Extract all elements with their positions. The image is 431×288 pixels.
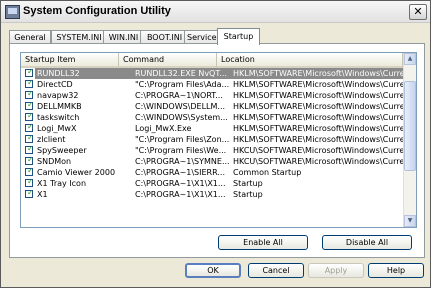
- enable-checkbox[interactable]: ✓: [25, 166, 34, 176]
- startup-item-name: navapw32: [37, 91, 79, 100]
- enable-checkbox[interactable]: ✓: [25, 177, 34, 187]
- startup-item-command: "C:\Program Files\We...: [135, 146, 227, 155]
- startup-item-name: X1 Tray Icon: [37, 179, 87, 188]
- startup-item-name: Camio Viewer 2000: [37, 168, 116, 177]
- startup-item-name: DirectCD: [37, 80, 73, 89]
- startup-item-name: Logi_MwX: [37, 124, 77, 133]
- enable-checkbox[interactable]: ✓: [25, 155, 34, 165]
- list-item[interactable]: ✓ Logi_MwX Logi_MwX.Exe HKLM\SOFTWARE\Mi…: [21, 122, 403, 134]
- list-item[interactable]: ✓ SpySweeper "C:\Program Files\We... HKC…: [21, 144, 403, 156]
- enable-checkbox[interactable]: ✓: [25, 100, 34, 110]
- startup-items-list[interactable]: Startup Item Command Location ✓ RUNDLL32…: [20, 52, 417, 228]
- startup-item-name: SpySweeper: [37, 146, 87, 155]
- vertical-scrollbar[interactable]: ▲ ▼: [403, 53, 416, 227]
- check-icon: ✓: [27, 111, 34, 120]
- tab-general[interactable]: General: [9, 30, 51, 44]
- startup-item-command: RUNDLL32.EXE NvQT...: [133, 68, 231, 79]
- startup-item-name: taskswitch: [37, 113, 80, 122]
- startup-item-location: Common Startup: [233, 168, 302, 177]
- check-icon: ✓: [27, 133, 34, 142]
- startup-item-location: Startup: [233, 190, 263, 199]
- startup-item-location: HKLM\SOFTWARE\Microsoft\Windows\CurrentV…: [233, 113, 403, 122]
- disable-all-button[interactable]: Disable All: [322, 235, 412, 250]
- startup-item-location: Startup: [233, 179, 263, 188]
- check-icon: ✓: [27, 100, 34, 109]
- list-item[interactable]: ✓ DELLMMKB C:\WINDOWS\DELLM... HKLM\SOFT…: [21, 100, 403, 112]
- dialog-window: System Configuration Utility ✕ General S…: [0, 0, 431, 288]
- startup-item-name: RUNDLL32: [35, 68, 133, 79]
- ok-button[interactable]: OK: [185, 263, 241, 278]
- list-item[interactable]: ✓ SNDMon C:\PROGRA~1\SYMNE... HKCU\SOFTW…: [21, 155, 403, 167]
- tab-startup[interactable]: Startup: [217, 28, 260, 45]
- window-title: System Configuration Utility: [23, 5, 171, 17]
- startup-item-name: zlclient: [37, 135, 66, 144]
- column-header-location[interactable]: Location: [217, 53, 403, 68]
- startup-item-location: HKLM\SOFTWARE\Microsoft\Windows\CurrentV…: [231, 68, 403, 79]
- startup-item-command: "C:\Program Files\Zon...: [135, 135, 230, 144]
- startup-item-command: C:\PROGRA~1\SYMNE...: [135, 157, 230, 166]
- enable-checkbox[interactable]: ✓: [25, 122, 34, 132]
- check-icon: ✓: [27, 166, 34, 175]
- enable-all-button[interactable]: Enable All: [218, 235, 308, 250]
- cancel-button[interactable]: Cancel: [248, 263, 304, 278]
- startup-item-command: C:\PROGRA~1\SIERR...: [135, 168, 226, 177]
- help-button[interactable]: Help: [368, 263, 424, 278]
- list-item[interactable]: ✓ navapw32 C:\PROGRA~1\NORT... HKLM\SOFT…: [21, 89, 403, 101]
- check-icon: ✓: [27, 89, 34, 98]
- enable-checkbox[interactable]: ✓: [25, 89, 34, 99]
- startup-item-command: C:\WINDOWS\System...: [135, 113, 228, 122]
- scroll-up-button[interactable]: ▲: [404, 53, 416, 65]
- check-icon: ✓: [27, 155, 34, 164]
- startup-item-location: HKLM\SOFTWARE\Microsoft\Windows\CurrentV…: [233, 91, 403, 100]
- enable-checkbox[interactable]: ✓: [25, 188, 34, 198]
- check-icon: ✓: [27, 144, 34, 153]
- tab-system-ini[interactable]: SYSTEM.INI: [51, 30, 107, 44]
- enable-checkbox[interactable]: ✓: [25, 111, 34, 121]
- check-icon: ✓: [27, 188, 34, 197]
- close-button[interactable]: ✕: [409, 4, 427, 20]
- scroll-down-button[interactable]: ▼: [404, 215, 416, 227]
- tab-win-ini[interactable]: WIN.INI: [103, 30, 144, 44]
- list-item[interactable]: ✓ X1 Tray Icon C:\PROGRA~1\X1\X1... Star…: [21, 177, 403, 189]
- startup-item-command: Logi_MwX.Exe: [135, 124, 192, 133]
- check-icon: ✓: [27, 122, 34, 131]
- startup-item-command: C:\PROGRA~1\X1\X1...: [135, 190, 226, 199]
- startup-item-command: C:\PROGRA~1\NORT...: [135, 91, 223, 100]
- startup-item-name: X1: [37, 190, 48, 199]
- startup-item-location: HKLM\SOFTWARE\Microsoft\Windows\CurrentV…: [233, 135, 403, 144]
- list-item[interactable]: ✓ RUNDLL32 RUNDLL32.EXE NvQT... HKLM\SOF…: [21, 67, 403, 79]
- tab-boot-ini[interactable]: BOOT.INI: [140, 30, 189, 44]
- list-item[interactable]: ✓ DirectCD "C:\Program Files\Ada... HKLM…: [21, 78, 403, 90]
- apply-button[interactable]: Apply: [308, 263, 364, 278]
- column-header-startup-item[interactable]: Startup Item: [21, 53, 119, 68]
- list-item[interactable]: ✓ Camio Viewer 2000 C:\PROGRA~1\SIERR...…: [21, 166, 403, 178]
- startup-item-location: HKCU\SOFTWARE\Microsoft\Windows\CurrentV…: [233, 157, 403, 166]
- startup-item-command: C:\PROGRA~1\X1\X1...: [135, 179, 226, 188]
- computer-icon: [5, 5, 20, 19]
- startup-item-command: "C:\Program Files\Ada...: [135, 80, 230, 89]
- enable-checkbox[interactable]: ✓: [25, 78, 34, 88]
- list-item[interactable]: ✓ X1 C:\PROGRA~1\X1\X1... Startup: [21, 188, 403, 200]
- enable-checkbox[interactable]: ✓: [25, 67, 34, 77]
- startup-item-name: DELLMMKB: [37, 102, 82, 111]
- startup-item-name: SNDMon: [37, 157, 72, 166]
- enable-checkbox[interactable]: ✓: [25, 133, 34, 143]
- check-icon: ✓: [27, 78, 34, 87]
- enable-checkbox[interactable]: ✓: [25, 144, 34, 154]
- startup-item-command: C:\WINDOWS\DELLM...: [135, 102, 226, 111]
- startup-item-location: HKLM\SOFTWARE\Microsoft\Windows\CurrentV…: [233, 80, 403, 89]
- column-header-command[interactable]: Command: [119, 53, 217, 68]
- list-item[interactable]: ✓ zlclient "C:\Program Files\Zon... HKLM…: [21, 133, 403, 145]
- startup-item-location: HKLM\SOFTWARE\Microsoft\Windows\CurrentV…: [233, 102, 403, 111]
- title-bar[interactable]: System Configuration Utility ✕: [1, 1, 430, 23]
- list-item[interactable]: ✓ taskswitch C:\WINDOWS\System... HKLM\S…: [21, 111, 403, 123]
- startup-item-location: HKLM\SOFTWARE\Microsoft\Windows\CurrentV…: [233, 124, 403, 133]
- check-icon: ✓: [27, 177, 34, 186]
- check-icon: ✓: [27, 67, 34, 76]
- startup-tab-panel: Startup Item Command Location ✓ RUNDLL32…: [9, 43, 425, 258]
- scrollbar-thumb[interactable]: [404, 81, 416, 171]
- list-header: Startup Item Command Location: [21, 53, 403, 68]
- startup-item-location: HKCU\SOFTWARE\Microsoft\Windows\CurrentV…: [233, 146, 403, 155]
